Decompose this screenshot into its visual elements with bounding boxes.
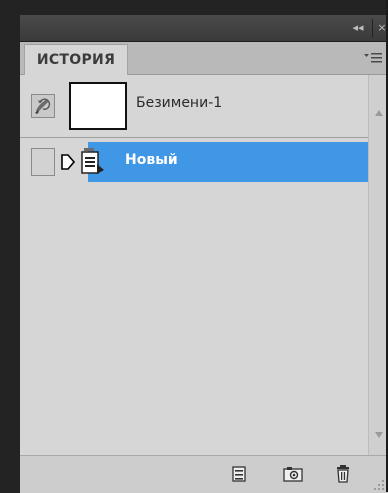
panel-menu-button[interactable] [362,50,384,66]
new-document-from-state-icon [232,466,246,482]
document-icon [81,148,104,174]
history-state-label: Новый [125,152,178,168]
snapshot-thumbnail [69,82,127,130]
scroll-up-arrow-icon[interactable] [374,109,384,117]
dock-separator [372,19,373,37]
tab-history[interactable]: ИСТОРИЯ [24,44,128,75]
trash-icon [337,465,349,483]
new-document-from-state-button[interactable] [228,464,250,484]
history-brush-icon [35,98,51,114]
delete-state-button[interactable] [332,464,354,484]
history-state-row[interactable]: Новый [20,142,368,182]
history-footer-toolbar [20,455,388,493]
resize-grip-icon[interactable] [372,478,386,492]
panel-tab-row: ИСТОРИЯ [20,42,388,75]
snapshot-row[interactable]: Безимени-1 [20,75,368,138]
history-brush-source-checkbox[interactable] [31,148,55,176]
history-brush-source[interactable] [31,94,55,118]
history-panel: ◂◂ × ИСТОРИЯ Безимени-1 Новый [20,15,388,493]
camera-icon [283,467,303,482]
panel-dock-bar: ◂◂ × [20,15,388,42]
collapse-to-icons-button[interactable]: ◂◂ [348,20,368,36]
history-scrollbar[interactable] [368,75,388,455]
history-state-marker-icon[interactable] [60,153,76,171]
history-list: Безимени-1 Новый [20,75,368,455]
create-snapshot-button[interactable] [282,464,304,484]
panel-menu-icon [364,53,382,63]
snapshot-name: Безимени-1 [136,95,223,111]
scroll-down-arrow-icon[interactable] [374,431,384,439]
